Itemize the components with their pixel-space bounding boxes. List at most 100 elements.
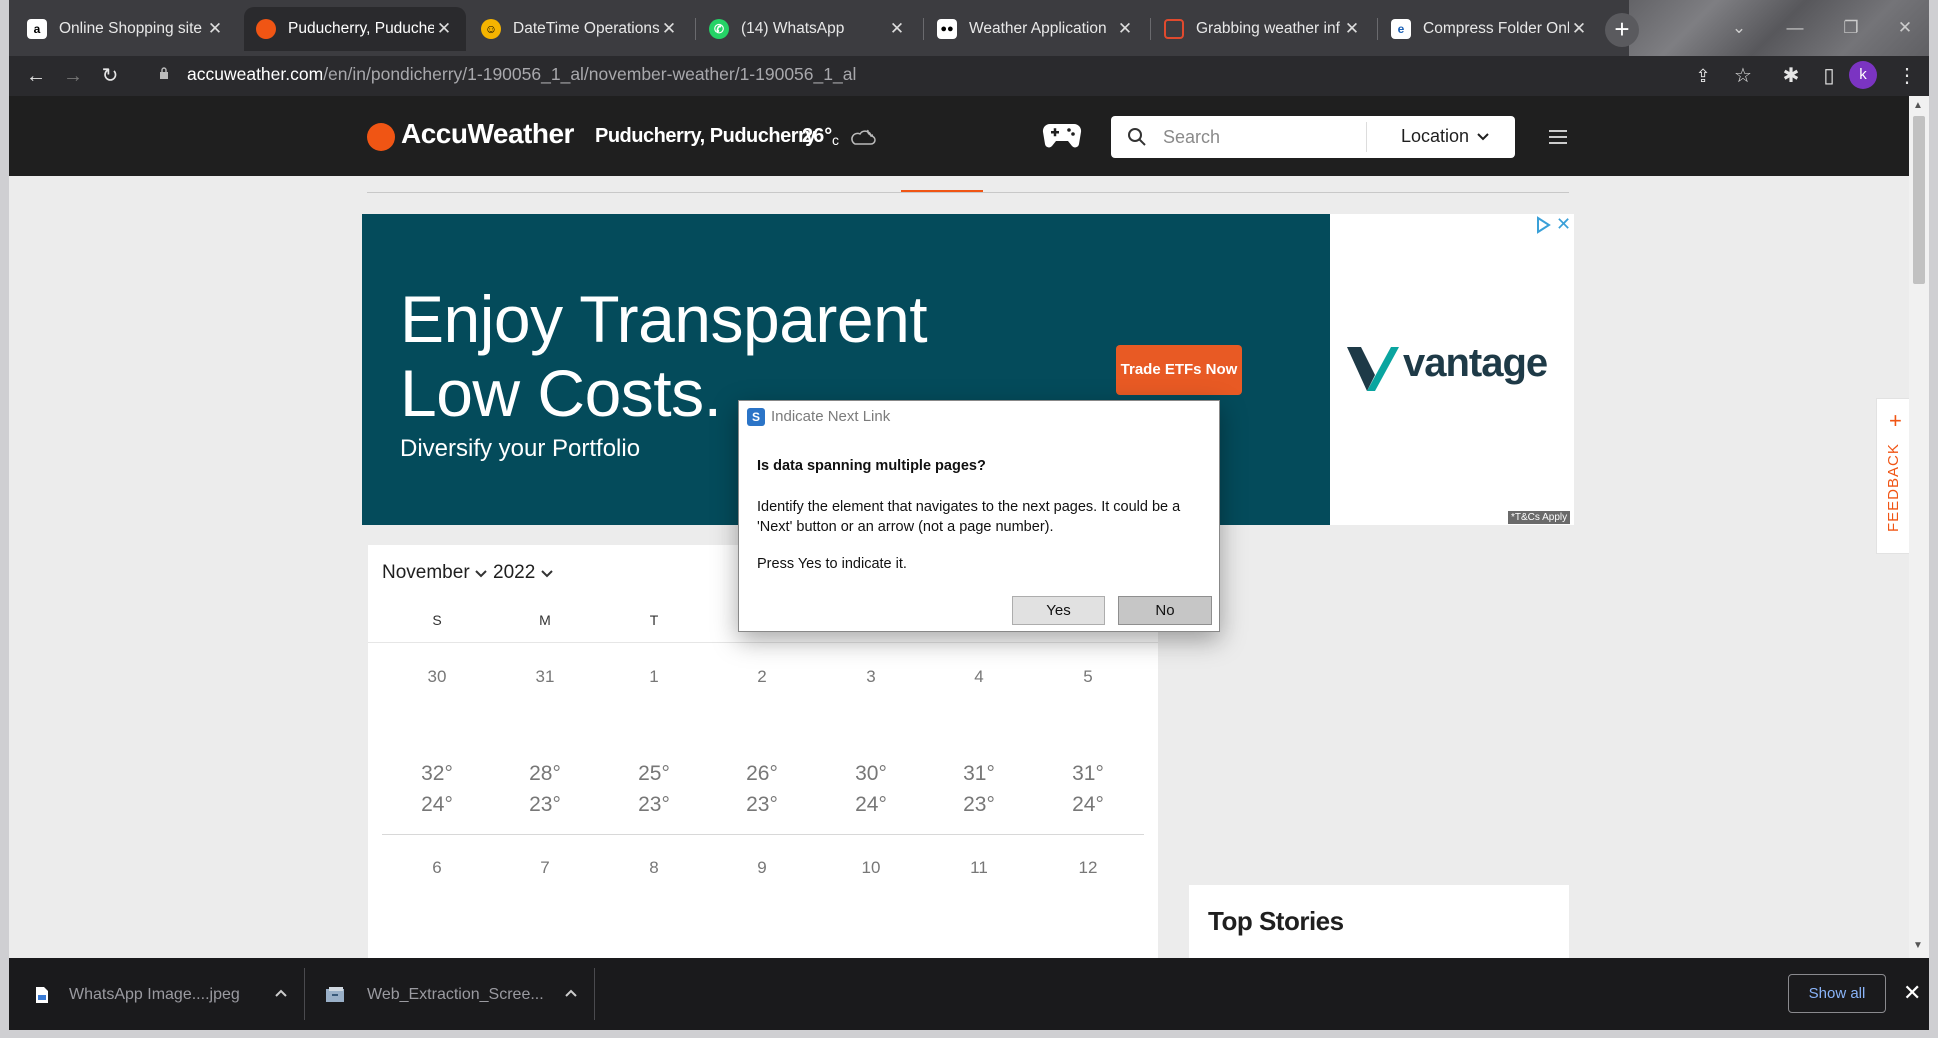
feedback-label: FEEDBACK <box>1885 443 1902 532</box>
month-select[interactable]: November <box>382 562 470 584</box>
day-number[interactable]: 30 <box>412 667 462 687</box>
maximize-icon[interactable]: ❐ <box>1825 8 1877 48</box>
tab-weather-application[interactable]: ●● Weather Application ✕ <box>925 7 1147 51</box>
vantage-logo-icon <box>1347 347 1399 391</box>
hamburger-menu-icon[interactable] <box>1549 130 1567 144</box>
weekday-label: T <box>649 612 659 628</box>
weekday-label: M <box>539 612 551 628</box>
low-temp: 24° <box>1072 793 1104 816</box>
back-arrow-icon[interactable]: ← <box>22 62 50 90</box>
search-input[interactable]: Search <box>1163 127 1220 148</box>
slides-icon <box>1164 19 1184 39</box>
kebab-menu-icon[interactable]: ⋮ <box>1893 62 1921 90</box>
no-button[interactable]: No <box>1118 596 1212 625</box>
high-temp: 26° <box>746 762 778 785</box>
day-number[interactable]: 9 <box>737 858 787 878</box>
window-close-icon[interactable]: ✕ <box>1879 8 1929 48</box>
reload-icon[interactable]: ↻ <box>96 62 124 90</box>
tab-title: Weather Application <box>969 20 1107 37</box>
calendar-divider <box>368 642 1158 643</box>
weekday-label: S <box>432 612 442 628</box>
tab-compress-folder[interactable]: e Compress Folder Onl ✕ <box>1379 7 1601 51</box>
day-number[interactable]: 31 <box>520 667 570 687</box>
accuweather-icon <box>256 19 276 39</box>
day-number[interactable]: 10 <box>846 858 896 878</box>
avatar[interactable]: k <box>1849 61 1877 89</box>
ezyzip-icon: e <box>1391 19 1411 39</box>
top-stories-title: Top Stories <box>1208 906 1344 936</box>
tab-online-shopping[interactable]: a Online Shopping site ✕ <box>15 7 237 51</box>
plus-icon: + <box>1889 408 1902 433</box>
ad-terms: *T&Cs Apply <box>1508 511 1571 524</box>
temp-unit: c <box>832 132 839 148</box>
low-temp: 23° <box>746 793 778 816</box>
day-number[interactable]: 2 <box>737 667 787 687</box>
browser-window: a Online Shopping site ✕ Puducherry, Pud… <box>9 0 1929 1038</box>
day-number[interactable]: 12 <box>1063 858 1113 878</box>
day-number[interactable]: 5 <box>1063 667 1113 687</box>
taskbar-edge <box>9 1030 1929 1038</box>
minimize-icon[interactable]: — <box>1769 8 1821 48</box>
day-number[interactable]: 6 <box>412 858 462 878</box>
lock-icon <box>160 67 168 79</box>
close-icon[interactable]: ✕ <box>887 19 907 39</box>
close-icon[interactable]: ✕ <box>1342 19 1362 39</box>
close-icon[interactable]: ✕ <box>205 19 225 39</box>
sidepanel-icon[interactable]: ▯ <box>1815 62 1843 90</box>
download-item[interactable]: WhatsApp Image....jpeg <box>35 980 240 1010</box>
share-icon[interactable]: ⇪ <box>1689 62 1717 90</box>
address-bar[interactable]: accuweather.com/en/in/pondicherry/1-1900… <box>187 64 856 85</box>
divider <box>594 968 595 1020</box>
tab-separator <box>1150 18 1151 40</box>
yes-button[interactable]: Yes <box>1012 596 1105 625</box>
ad-choices-icon[interactable] <box>1534 216 1552 234</box>
download-item[interactable]: Web_Extraction_Scree... <box>325 980 544 1010</box>
close-icon[interactable]: ✕ <box>1903 980 1921 1006</box>
dialog-instruction: Press Yes to indicate it. <box>757 556 907 572</box>
day-number[interactable]: 4 <box>954 667 1004 687</box>
chevron-down-icon <box>541 570 553 578</box>
close-icon[interactable]: ✕ <box>434 19 454 39</box>
day-number[interactable]: 3 <box>846 667 896 687</box>
chevron-up-icon[interactable] <box>565 988 577 998</box>
tab-separator <box>1377 18 1378 40</box>
ad-cta-button[interactable]: Trade ETFs Now <box>1116 345 1242 395</box>
tab-datetime[interactable]: ☺ DateTime Operations ✕ <box>469 7 691 51</box>
tab-puducherry[interactable]: Puducherry, Puduche ✕ <box>244 7 466 51</box>
chevron-down-icon[interactable]: ⌄ <box>1713 8 1765 48</box>
location-dropdown[interactable]: Location <box>1401 126 1469 147</box>
divider <box>1366 122 1367 152</box>
day-number[interactable]: 8 <box>629 858 679 878</box>
close-icon[interactable]: ✕ <box>1115 19 1135 39</box>
current-location[interactable]: Puducherry, Puducherry <box>595 125 816 148</box>
smiley-icon: ☺ <box>481 19 501 39</box>
star-icon[interactable]: ☆ <box>1729 62 1757 90</box>
scroll-down-icon[interactable]: ▼ <box>1913 940 1923 951</box>
low-temp: 23° <box>529 793 561 816</box>
day-number[interactable]: 1 <box>629 667 679 687</box>
tab-grabbing-weather[interactable]: Grabbing weather inf ✕ <box>1152 7 1374 51</box>
day-number[interactable]: 7 <box>520 858 570 878</box>
scrollbar-thumb[interactable] <box>1913 116 1925 284</box>
close-icon[interactable]: ✕ <box>659 19 679 39</box>
accuweather-logo-icon[interactable] <box>367 123 395 151</box>
tab-separator <box>923 18 924 40</box>
site-logo[interactable]: AccuWeather <box>401 118 574 150</box>
high-temp: 30° <box>855 762 887 785</box>
tab-whatsapp[interactable]: ✆ (14) WhatsApp ✕ <box>697 7 919 51</box>
archive-file-icon <box>326 987 344 1002</box>
amazon-icon: a <box>27 19 47 39</box>
chevron-up-icon[interactable] <box>275 988 287 998</box>
year-select[interactable]: 2022 <box>493 562 535 584</box>
tab-title: (14) WhatsApp <box>741 20 845 37</box>
url-host: accuweather.com <box>187 64 324 84</box>
new-tab-button[interactable]: + <box>1605 13 1639 47</box>
forward-arrow-icon[interactable]: → <box>59 62 87 90</box>
close-icon[interactable]: ✕ <box>1569 19 1589 39</box>
ad-close-icon[interactable]: ✕ <box>1556 214 1571 235</box>
extensions-icon[interactable]: ✱ <box>1777 62 1805 90</box>
gamepad-icon[interactable] <box>1042 118 1082 152</box>
day-number[interactable]: 11 <box>954 858 1004 878</box>
show-all-button[interactable]: Show all <box>1788 974 1886 1013</box>
scroll-up-icon[interactable]: ▲ <box>1913 100 1923 111</box>
